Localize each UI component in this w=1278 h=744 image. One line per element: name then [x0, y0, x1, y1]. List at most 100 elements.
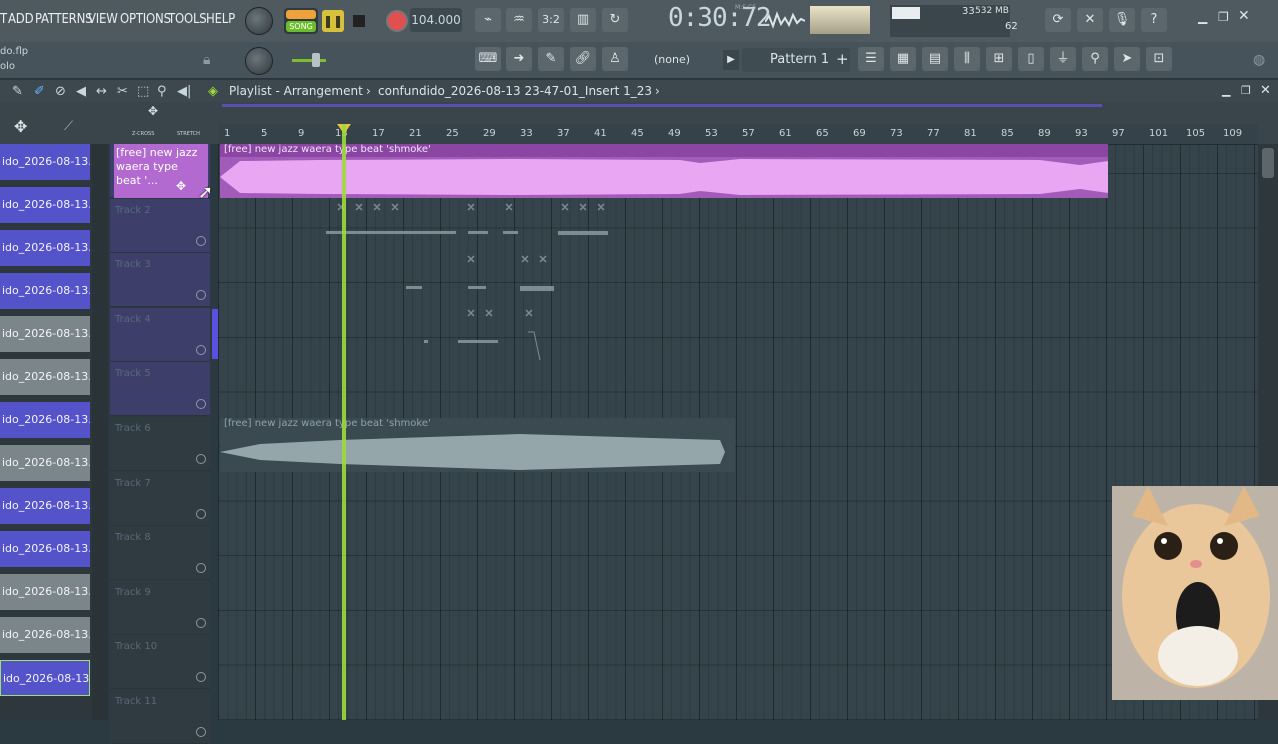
microphone-icon[interactable]: 🎙: [1109, 8, 1135, 32]
track-mute-icon[interactable]: [196, 617, 206, 628]
plugin-icon[interactable]: ⏚: [1050, 47, 1076, 71]
move-arrows-icon[interactable]: ✥: [14, 117, 27, 136]
typing-keyboard-icon[interactable]: ⌨: [475, 47, 501, 71]
tempo-display[interactable]: 104.000: [410, 8, 462, 32]
menu-help[interactable]: HELP: [206, 12, 235, 27]
track-mute-icon[interactable]: [196, 563, 206, 574]
restore-icon[interactable]: ❐: [1218, 10, 1229, 24]
menu-options[interactable]: OPTIONS: [120, 12, 171, 27]
breadcrumb-arrow-icon[interactable]: ›: [655, 84, 660, 98]
playlist-minimize-icon[interactable]: ▁: [1222, 84, 1230, 97]
wand-icon[interactable]: ⚲: [1082, 47, 1108, 71]
wait-input-icon[interactable]: ♒: [506, 8, 532, 32]
track-mute-icon[interactable]: [196, 672, 206, 683]
playlist-close-icon[interactable]: ✕: [1260, 83, 1271, 98]
pattern-list-item[interactable]: ido_2026-08-13...: [0, 359, 90, 395]
pattern-selector[interactable]: Pattern 1 +: [742, 48, 850, 72]
track-mute-icon[interactable]: [196, 344, 206, 355]
track-header[interactable]: Track 10: [110, 635, 210, 690]
close-icon[interactable]: ✕: [1238, 8, 1250, 24]
track-header[interactable]: Track 8: [110, 526, 210, 581]
timeline-selection-bar[interactable]: [222, 104, 1102, 107]
playback-tool-icon[interactable]: ◀|: [177, 84, 191, 99]
pattern-prev-icon[interactable]: ▶: [723, 50, 739, 70]
record-button[interactable]: [386, 10, 408, 32]
brush-icon[interactable]: ⟋: [64, 119, 73, 134]
pattern-list-item[interactable]: ido_2026-08-13...: [0, 488, 90, 524]
track1-header-highlight[interactable]: [free] new jazz waera type beat '... ✥: [114, 144, 208, 198]
track-header[interactable]: Track 7: [110, 471, 210, 526]
track-header[interactable]: Track 9: [110, 580, 210, 635]
menu-add[interactable]: ADD: [8, 12, 34, 27]
audio-clip-track6[interactable]: [free] new jazz waera type beat 'shmoke': [220, 418, 735, 472]
playlist-arrow-icon[interactable]: ◈: [208, 84, 218, 99]
delete-tool-icon[interactable]: ⊘: [55, 84, 66, 99]
channel-rack-icon[interactable]: ▤: [922, 47, 948, 71]
pencil-tool-icon[interactable]: ✎: [12, 84, 23, 99]
master-pitch-knob[interactable]: [245, 47, 273, 75]
mute-tool-icon[interactable]: ◀: [76, 84, 86, 99]
tools-icon[interactable]: ✕: [1077, 8, 1103, 32]
pattern-list-item[interactable]: ido_2026-08-13...: [0, 230, 90, 266]
link-icon[interactable]: 🔗︎: [570, 47, 596, 71]
master-slider[interactable]: [292, 59, 326, 62]
menu-tools[interactable]: TOOLS: [168, 12, 207, 27]
track-mute-icon[interactable]: [196, 508, 206, 519]
pattern-song-toggle[interactable]: SONG: [284, 8, 318, 34]
help-icon[interactable]: ?: [1141, 8, 1167, 32]
globe-icon[interactable]: ◍: [1253, 52, 1265, 68]
send-icon[interactable]: ➤: [1114, 47, 1140, 71]
track-header[interactable]: Track 6: [110, 417, 210, 471]
playlist-maximize-icon[interactable]: ❐: [1241, 84, 1251, 97]
track-mute-icon[interactable]: [196, 399, 206, 410]
minimize-icon[interactable]: ▁: [1198, 10, 1207, 24]
shop-icon[interactable]: ⊡: [1146, 47, 1172, 71]
playlist-icon[interactable]: ☰: [858, 47, 884, 71]
piano-roll-icon[interactable]: ▦: [890, 47, 916, 71]
pencil-snap-icon[interactable]: ✎: [538, 47, 564, 71]
step-edit-icon[interactable]: ▥: [570, 8, 596, 32]
loop-record-icon[interactable]: ↻: [602, 8, 628, 32]
zoom-tool-icon[interactable]: ⚲: [157, 84, 167, 99]
pattern-list-item[interactable]: ido_2026-08-13...: [0, 273, 90, 309]
audio-clip-track1[interactable]: [free] new jazz waera type beat 'shmoke': [220, 144, 1108, 198]
track-mute-icon[interactable]: [196, 235, 206, 246]
menu-file-fragment[interactable]: T: [0, 12, 7, 27]
pattern-list-item[interactable]: ido_2026-08-13...: [0, 187, 90, 223]
lock-icon[interactable]: 🔒︎: [203, 52, 210, 68]
pattern-list-scrollbar[interactable]: [92, 144, 108, 720]
track-mute-icon[interactable]: [196, 290, 206, 301]
track-mute-icon[interactable]: [196, 454, 206, 464]
menu-view[interactable]: VIEW: [88, 12, 118, 27]
pattern-list-item[interactable]: ido_2026-08-13...: [0, 402, 90, 438]
stamp-icon[interactable]: ♙: [602, 47, 628, 71]
refresh-icon[interactable]: ⟳: [1045, 8, 1071, 32]
file-icon[interactable]: ▯: [1018, 47, 1044, 71]
add-pattern-icon[interactable]: +: [836, 50, 849, 68]
track1-move-icon[interactable]: ✥: [176, 179, 186, 193]
pattern-list-item[interactable]: ido_2026-08-13...: [0, 574, 90, 610]
snap-none-label[interactable]: (none): [654, 53, 690, 66]
pattern-list-item[interactable]: ido_2026-08-13...: [0, 531, 90, 567]
playhead-line[interactable]: [342, 124, 346, 720]
zoom-arrows-icon[interactable]: ✥: [148, 104, 158, 118]
pause-button[interactable]: ❚❚: [322, 10, 344, 32]
track-header[interactable]: Track 4: [110, 307, 210, 362]
track-mute-icon[interactable]: [196, 727, 206, 737]
master-volume-knob[interactable]: [245, 7, 273, 35]
pattern-list-item[interactable]: ido_2026-08-13...: [0, 316, 90, 352]
pattern-list-item[interactable]: ido_2026-08-13...: [0, 445, 90, 481]
paint-tool-icon[interactable]: ✐: [34, 84, 45, 99]
stop-button[interactable]: [353, 15, 365, 27]
select-tool-icon[interactable]: ⬚: [137, 84, 149, 99]
track-header[interactable]: Track 11: [110, 690, 210, 744]
slice-tool-icon[interactable]: ✂: [117, 84, 128, 99]
metronome-icon[interactable]: ⌁: [475, 8, 501, 32]
arrow-right-icon[interactable]: ➜: [506, 47, 532, 71]
pattern-list-item[interactable]: ido_2026-08-13...: [0, 617, 90, 653]
menu-patterns[interactable]: PATTERNS: [35, 12, 93, 27]
track-header[interactable]: Track 2: [110, 198, 210, 253]
master-slider-handle[interactable]: [312, 53, 320, 67]
pattern-list-item[interactable]: ido_2026-08-13...: [0, 660, 90, 696]
track-header[interactable]: Track 5: [110, 362, 210, 417]
